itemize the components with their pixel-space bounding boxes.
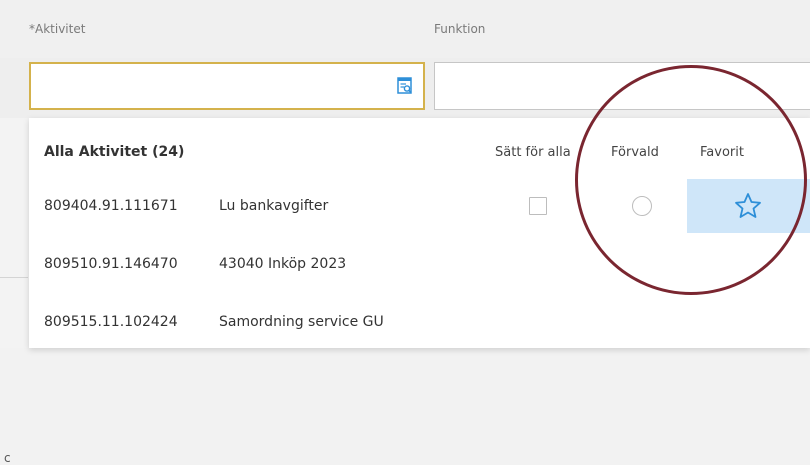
aktivitet-label: *Aktivitet [29,22,86,36]
list-item[interactable]: 809404.91.111671 Lu bankavgifter [29,179,810,237]
favorite-cell[interactable] [687,179,810,233]
funktion-label: Funktion [434,22,486,36]
funktion-input[interactable] [434,62,810,110]
left-background-pane: c [0,118,28,465]
activity-description: 43040 Inköp 2023 [219,256,347,272]
activity-code: 809404.91.111671 [44,198,178,214]
activity-description: Samordning service GU [219,314,384,330]
search-list-icon[interactable] [397,77,413,95]
form-header-row: *Aktivitet Funktion [0,0,810,58]
activity-description: Lu bankavgifter [219,198,329,214]
activity-code: 809510.91.146470 [44,256,178,272]
favorite-column-header: Favorit [700,145,744,160]
dropdown-title: Alla Aktivitet (24) [44,144,185,160]
aktivitet-dropdown: Alla Aktivitet (24) Sätt för alla Förval… [29,118,810,348]
cut-off-text: c [4,451,11,465]
activity-code: 809515.11.102424 [44,314,178,330]
set-for-all-checkbox[interactable] [529,197,547,215]
star-outline-icon[interactable] [734,192,762,220]
default-column-header: Förvald [611,145,659,160]
default-radio[interactable] [632,196,652,216]
left-divider [0,277,28,278]
list-item[interactable]: 809510.91.146470 43040 Inköp 2023 [29,237,810,295]
set-for-all-column-header[interactable]: Sätt för alla [495,145,571,160]
aktivitet-input[interactable] [29,62,425,110]
list-item[interactable]: 809515.11.102424 Samordning service GU [29,295,810,353]
